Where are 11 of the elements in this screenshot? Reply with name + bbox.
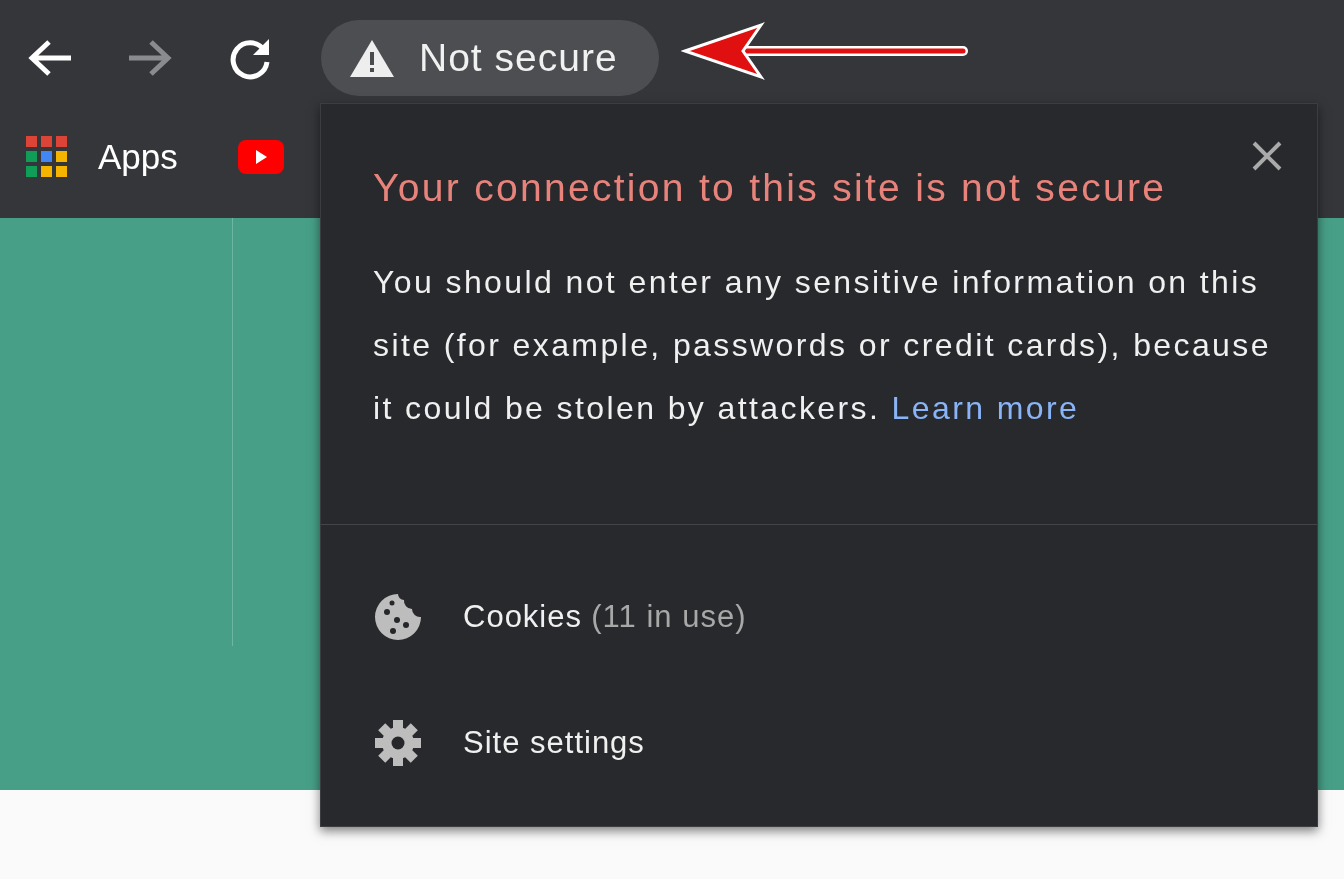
apps-bookmark[interactable]: Apps [26, 135, 178, 178]
site-settings-item[interactable]: Site settings [373, 680, 1287, 806]
apps-grid-icon [26, 135, 68, 178]
warning-text: You should not enter any sensitive information on this site (for example, passwords or credit cards), because it could be stolen by attackers. Learn more [373, 263, 1272, 428]
popup-title: Your connection to this site is not secure [373, 166, 1168, 210]
gear-icon [373, 718, 423, 768]
learn-more-link[interactable]: Learn more [891, 390, 1080, 426]
cookies-item[interactable]: Cookies (11 in use) [373, 554, 1287, 680]
security-chip[interactable]: Not secure [321, 19, 659, 96]
cookie-icon [373, 592, 423, 642]
video-play-icon[interactable] [237, 139, 284, 174]
